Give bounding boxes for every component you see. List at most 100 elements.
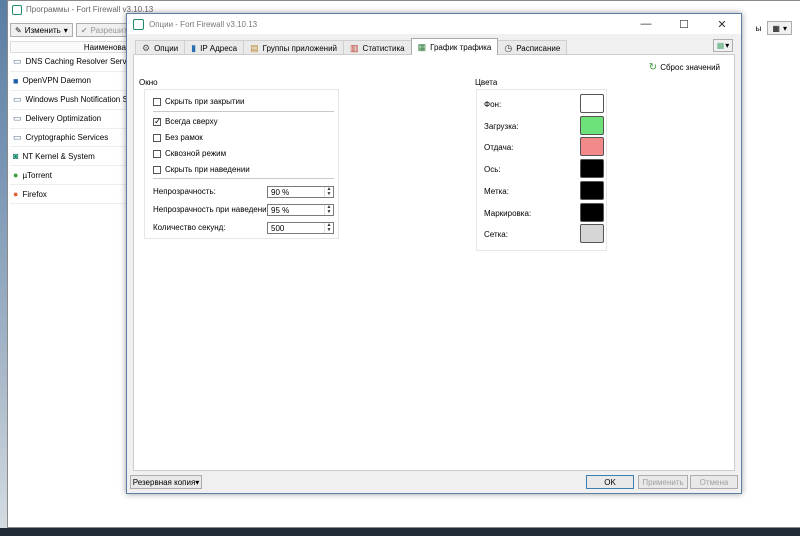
checkbox-label: Скрыть при закрытии bbox=[165, 97, 245, 106]
maximize-button[interactable]: ☐ bbox=[665, 14, 703, 34]
firefox-icon: ● bbox=[13, 189, 19, 200]
hover-opacity-spinbox[interactable]: 95 % ▲ ▼ bbox=[267, 204, 334, 216]
tab-label: Статистика bbox=[362, 43, 405, 53]
backup-button[interactable]: Резервная копия ▾ bbox=[130, 475, 202, 489]
color-swatch-button[interactable] bbox=[580, 115, 604, 135]
edit-button[interactable]: ✎ Изменить ▾ bbox=[10, 23, 73, 37]
traffic-graph-panel: ↻ Сброс значений Окно Скрыть при закрыти… bbox=[133, 54, 735, 471]
program-name: NT Kernel & System bbox=[22, 151, 95, 161]
program-name: Windows Push Notification Syst bbox=[25, 95, 131, 105]
spin-down-icon[interactable]: ▼ bbox=[325, 192, 333, 197]
tab-gear[interactable]: ⚙ Опции bbox=[135, 40, 186, 55]
seconds-value: 500 bbox=[271, 224, 285, 233]
color-swatch-button[interactable] bbox=[580, 224, 604, 244]
tab-groups[interactable]: ▤ Группы приложений bbox=[243, 40, 345, 55]
program-list-item[interactable]: ▭ DNS Caching Resolver Service bbox=[10, 53, 131, 72]
spin-down-icon[interactable]: ▼ bbox=[325, 228, 333, 233]
service-icon: ▭ bbox=[13, 56, 22, 67]
color-swatch-button[interactable] bbox=[580, 202, 604, 222]
tab-menu-button[interactable]: ▦ ▾ bbox=[713, 39, 733, 52]
tab-chart[interactable]: ▥ Статистика bbox=[343, 40, 412, 55]
reset-values-label: Сброс значений bbox=[660, 63, 720, 72]
tab-ip[interactable]: ▮ IP Адреса bbox=[184, 40, 245, 55]
pencil-icon: ✎ bbox=[15, 25, 22, 35]
program-name: Firefox bbox=[22, 189, 47, 199]
ok-button[interactable]: OK bbox=[586, 475, 634, 489]
hover-opacity-value: 95 % bbox=[271, 206, 290, 215]
tab-bar: ⚙ Опции ▮ IP Адреса ▤ Группы приложений ▥ Стати… bbox=[135, 38, 568, 55]
dialog-title: Опции - Fort Firewall v3.10.13 bbox=[149, 19, 258, 29]
color-row: Сетка: bbox=[484, 224, 604, 244]
color-label: Загрузка: bbox=[484, 121, 519, 131]
program-list-item[interactable]: ■ OpenVPN Daemon bbox=[10, 72, 131, 91]
color-swatch-button[interactable] bbox=[580, 137, 604, 157]
color-label: Отдача: bbox=[484, 143, 514, 153]
bg-view-menu-button[interactable]: ▦ ▾ bbox=[767, 21, 792, 35]
edit-button-label: Изменить bbox=[24, 25, 61, 35]
opacity-label: Непрозрачность: bbox=[153, 187, 216, 196]
color-label: Метка: bbox=[484, 186, 509, 196]
openvpn-icon: ■ bbox=[13, 75, 19, 86]
checkbox-label: Всегда сверху bbox=[165, 117, 218, 126]
ip-icon: ▮ bbox=[191, 42, 197, 53]
click-through-checkbox[interactable]: Сквозной режим bbox=[153, 149, 226, 158]
utorrent-icon: ● bbox=[13, 170, 19, 181]
checkbox-box bbox=[153, 116, 162, 127]
divider bbox=[153, 111, 334, 112]
checkbox-label: Без рамок bbox=[165, 133, 203, 142]
minimize-button[interactable]: — bbox=[627, 14, 665, 34]
chevron-down-icon: ▾ bbox=[725, 41, 730, 50]
check-icon: ✔ bbox=[80, 25, 88, 35]
frameless-checkbox[interactable]: Без рамок bbox=[153, 133, 203, 142]
opacity-row: Непрозрачность: 90 % ▲ ▼ bbox=[153, 186, 334, 198]
hide-on-hover-checkbox[interactable]: Скрыть при наведении bbox=[153, 165, 250, 174]
ok-button-label: OK bbox=[604, 477, 616, 487]
reset-values-link[interactable]: ↻ Сброс значений bbox=[649, 62, 720, 73]
program-list-item[interactable]: ● Firefox bbox=[10, 185, 131, 205]
bg-right-text: ы bbox=[755, 23, 762, 33]
program-list-item[interactable]: ● µTorrent bbox=[10, 166, 131, 186]
apply-button[interactable]: Применить bbox=[638, 475, 688, 489]
color-row: Загрузка: bbox=[484, 115, 604, 136]
spin-down-icon[interactable]: ▼ bbox=[325, 210, 333, 215]
program-list-item[interactable]: ▭ Windows Push Notification Syst bbox=[10, 91, 131, 110]
opacity-spinbox[interactable]: 90 % ▲ ▼ bbox=[267, 186, 334, 198]
checkbox-box bbox=[153, 97, 161, 106]
tab-label: Расписание bbox=[516, 43, 561, 53]
program-list-item[interactable]: ◙ NT Kernel & System bbox=[10, 147, 131, 167]
opacity-value: 90 % bbox=[271, 188, 290, 197]
color-swatch-button[interactable] bbox=[580, 180, 604, 200]
tab-clock[interactable]: ◷ Расписание bbox=[497, 40, 568, 55]
hide-on-close-checkbox[interactable]: Скрыть при закрытии bbox=[153, 97, 244, 106]
program-name: µTorrent bbox=[22, 170, 52, 180]
always-on-top-checkbox[interactable]: Всегда сверху bbox=[153, 116, 218, 127]
service-icon: ▭ bbox=[13, 113, 22, 124]
color-row: Отдача: bbox=[484, 137, 604, 157]
program-list-item[interactable]: ▭ Cryptographic Services bbox=[10, 129, 131, 148]
program-name: DNS Caching Resolver Service bbox=[25, 57, 131, 67]
program-list-item[interactable]: ▭ Delivery Optimization bbox=[10, 110, 131, 129]
colors-section-title: Цвета bbox=[475, 78, 498, 87]
program-name: Delivery Optimization bbox=[25, 114, 102, 124]
dialog-footer: Резервная копия ▾ OK Применить Отмена bbox=[130, 475, 738, 490]
color-swatch-button[interactable] bbox=[580, 159, 604, 179]
graph-icon: ▦ bbox=[417, 41, 427, 52]
color-swatch-button[interactable] bbox=[580, 94, 604, 113]
tab-label: График трафика bbox=[430, 42, 492, 52]
tab-graph[interactable]: ▦ График трафика bbox=[410, 38, 499, 55]
gear-icon: ⚙ bbox=[142, 42, 151, 53]
close-button[interactable]: ✕ bbox=[703, 14, 741, 34]
refresh-icon: ↻ bbox=[648, 62, 658, 73]
seconds-spinbox[interactable]: 500 ▲ ▼ bbox=[267, 222, 334, 234]
chart-icon: ▥ bbox=[350, 42, 359, 53]
color-label: Маркировка: bbox=[484, 208, 532, 218]
window-section-title: Окно bbox=[139, 78, 158, 87]
cancel-button[interactable]: Отмена bbox=[690, 475, 738, 489]
color-label: Ось: bbox=[484, 165, 501, 175]
tab-label: IP Адреса bbox=[200, 43, 238, 53]
tab-label: Опции bbox=[154, 43, 179, 53]
checkbox-label: Скрыть при наведении bbox=[165, 165, 250, 174]
name-column-header[interactable]: Наименова bbox=[10, 41, 131, 53]
fort-icon: ◙ bbox=[13, 151, 19, 162]
grid-icon: ▦ bbox=[772, 23, 780, 33]
